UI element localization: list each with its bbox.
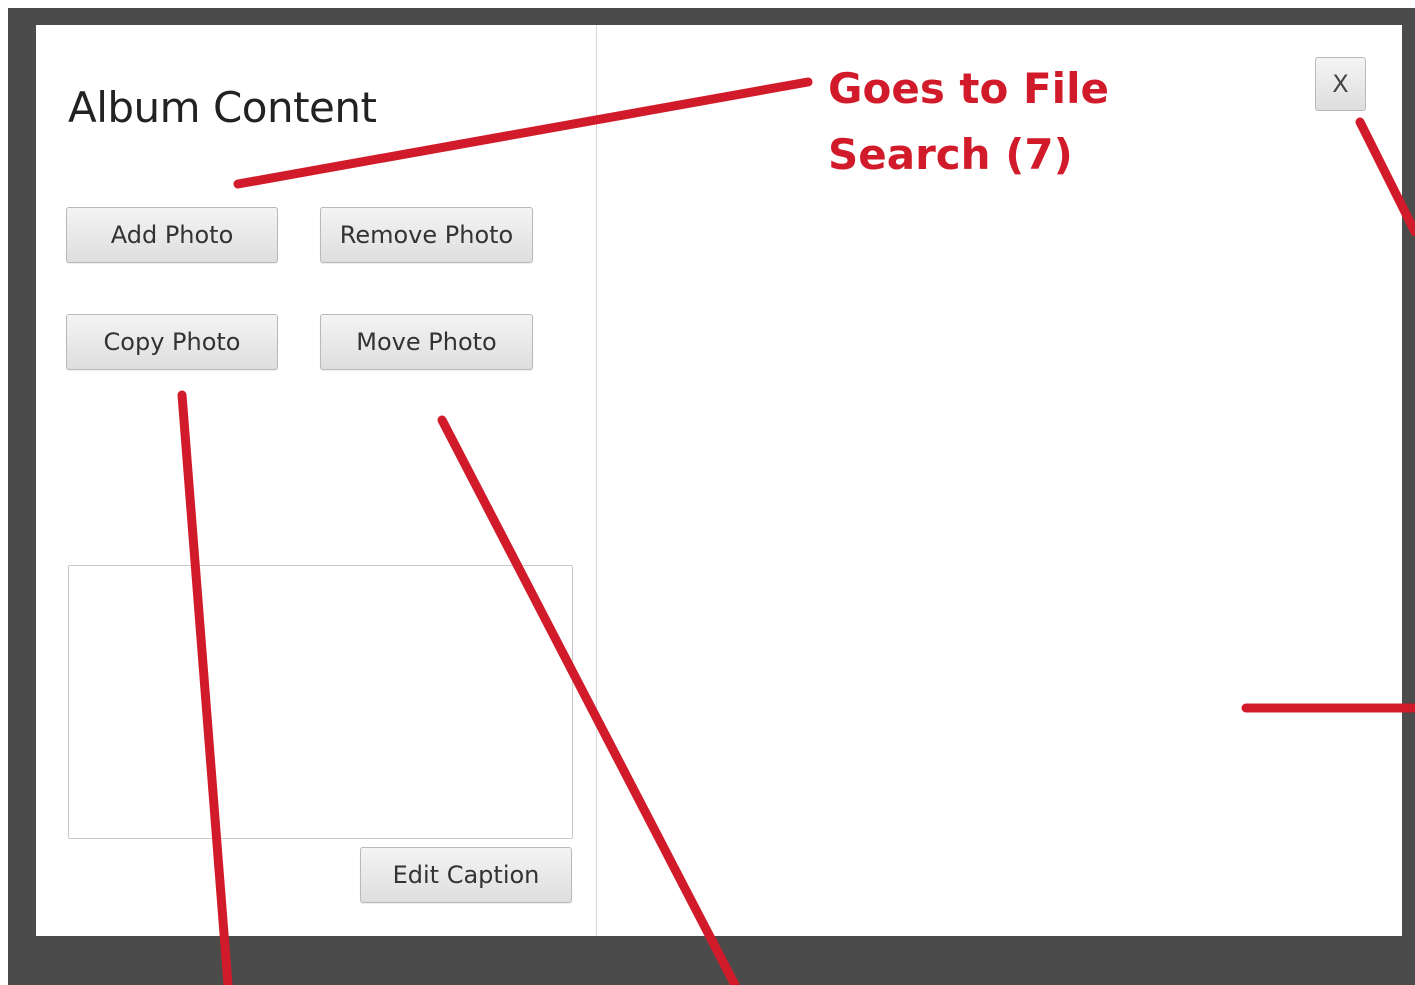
annotation-label: Goes to File Search (7) — [828, 56, 1109, 188]
move-photo-button[interactable]: Move Photo — [320, 314, 533, 370]
annotation-line-2: Search (7) — [828, 130, 1073, 179]
album-content-pane: Album Content Add Photo Remove Photo Cop… — [36, 25, 597, 936]
close-button[interactable]: X — [1315, 57, 1366, 111]
album-window: Album Content Add Photo Remove Photo Cop… — [36, 25, 1402, 936]
annotation-line-1: Goes to File — [828, 64, 1109, 113]
remove-photo-button[interactable]: Remove Photo — [320, 207, 533, 263]
add-photo-button[interactable]: Add Photo — [66, 207, 278, 263]
copy-photo-button[interactable]: Copy Photo — [66, 314, 278, 370]
screenshot-stage: Album Content Add Photo Remove Photo Cop… — [0, 0, 1415, 985]
edit-caption-button[interactable]: Edit Caption — [360, 847, 572, 903]
caption-input[interactable] — [68, 565, 573, 839]
page-title: Album Content — [68, 83, 377, 132]
